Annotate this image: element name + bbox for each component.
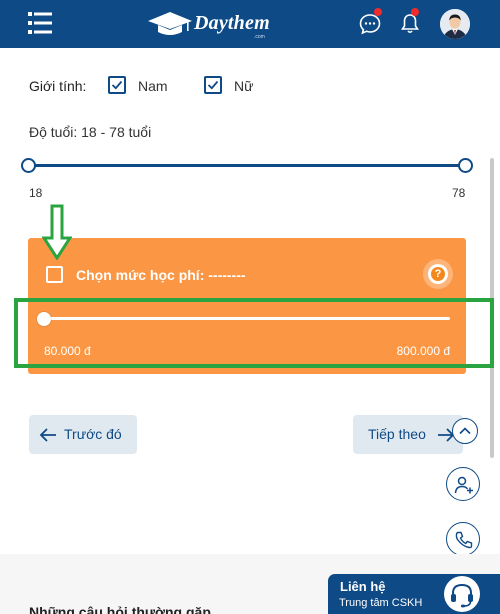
bell-icon[interactable] (398, 12, 422, 36)
scroll-top-button[interactable] (452, 418, 478, 444)
age-slider-track[interactable] (29, 164, 467, 167)
contact-title: Liên hệ (340, 579, 386, 594)
gender-female-label[interactable]: Nữ (234, 78, 253, 94)
gender-filter: Giới tính: Nam Nữ (29, 76, 329, 96)
age-label: Độ tuổi: 18 - 78 tuổi (29, 124, 152, 140)
checkmark-icon (207, 80, 219, 90)
bell-notification-dot (411, 8, 419, 16)
chevron-up-icon (459, 427, 471, 435)
menu-icon[interactable] (28, 12, 52, 34)
avatar[interactable] (440, 9, 470, 39)
add-user-icon (454, 476, 473, 494)
headset-icon (444, 576, 480, 612)
age-min-handle[interactable] (21, 158, 36, 173)
logo[interactable]: Daythem .com (148, 8, 278, 42)
down-arrow-icon (42, 204, 72, 260)
age-max-label: 78 (452, 186, 466, 200)
logo-text: Daythem (194, 12, 270, 34)
help-icon-glyph: ? (431, 267, 445, 281)
tuition-fee-checkbox[interactable] (46, 266, 63, 283)
graduation-cap-icon (148, 12, 192, 35)
contact-support-button[interactable]: Liên hệ Trung tâm CSKH (328, 574, 500, 614)
gender-male-label[interactable]: Nam (138, 78, 168, 94)
help-icon-inner: ? (428, 264, 448, 284)
next-button[interactable]: Tiếp theo (353, 415, 463, 454)
faq-heading: Những câu hỏi thường gặp (29, 604, 211, 614)
age-min-label: 18 (29, 186, 43, 200)
help-icon[interactable]: ? (423, 259, 453, 289)
highlight-box (14, 298, 494, 368)
gender-label: Giới tính: (29, 78, 87, 94)
gender-female-checkbox[interactable] (204, 76, 222, 94)
arrow-left-icon (39, 428, 56, 442)
previous-button-label: Trước đó (64, 426, 122, 442)
logo-sub: .com (254, 34, 265, 40)
age-max-handle[interactable] (458, 158, 473, 173)
page: Daythem .com Giới tính: Nam Nữ Độ tuổi: … (0, 0, 500, 614)
tuition-fee-title[interactable]: Chọn mức học phí: -------- (76, 267, 246, 283)
call-button[interactable] (446, 522, 480, 556)
phone-icon (455, 531, 473, 549)
gender-male-checkbox[interactable] (108, 76, 126, 94)
add-user-button[interactable] (446, 467, 480, 501)
previous-button[interactable]: Trước đó (29, 415, 137, 454)
top-header: Daythem .com (0, 0, 500, 48)
contact-subtitle: Trung tâm CSKH (339, 597, 423, 609)
age-range-slider[interactable] (21, 156, 475, 176)
next-button-label: Tiếp theo (368, 426, 426, 442)
checkmark-icon (111, 80, 123, 90)
chat-notification-dot (374, 8, 382, 16)
